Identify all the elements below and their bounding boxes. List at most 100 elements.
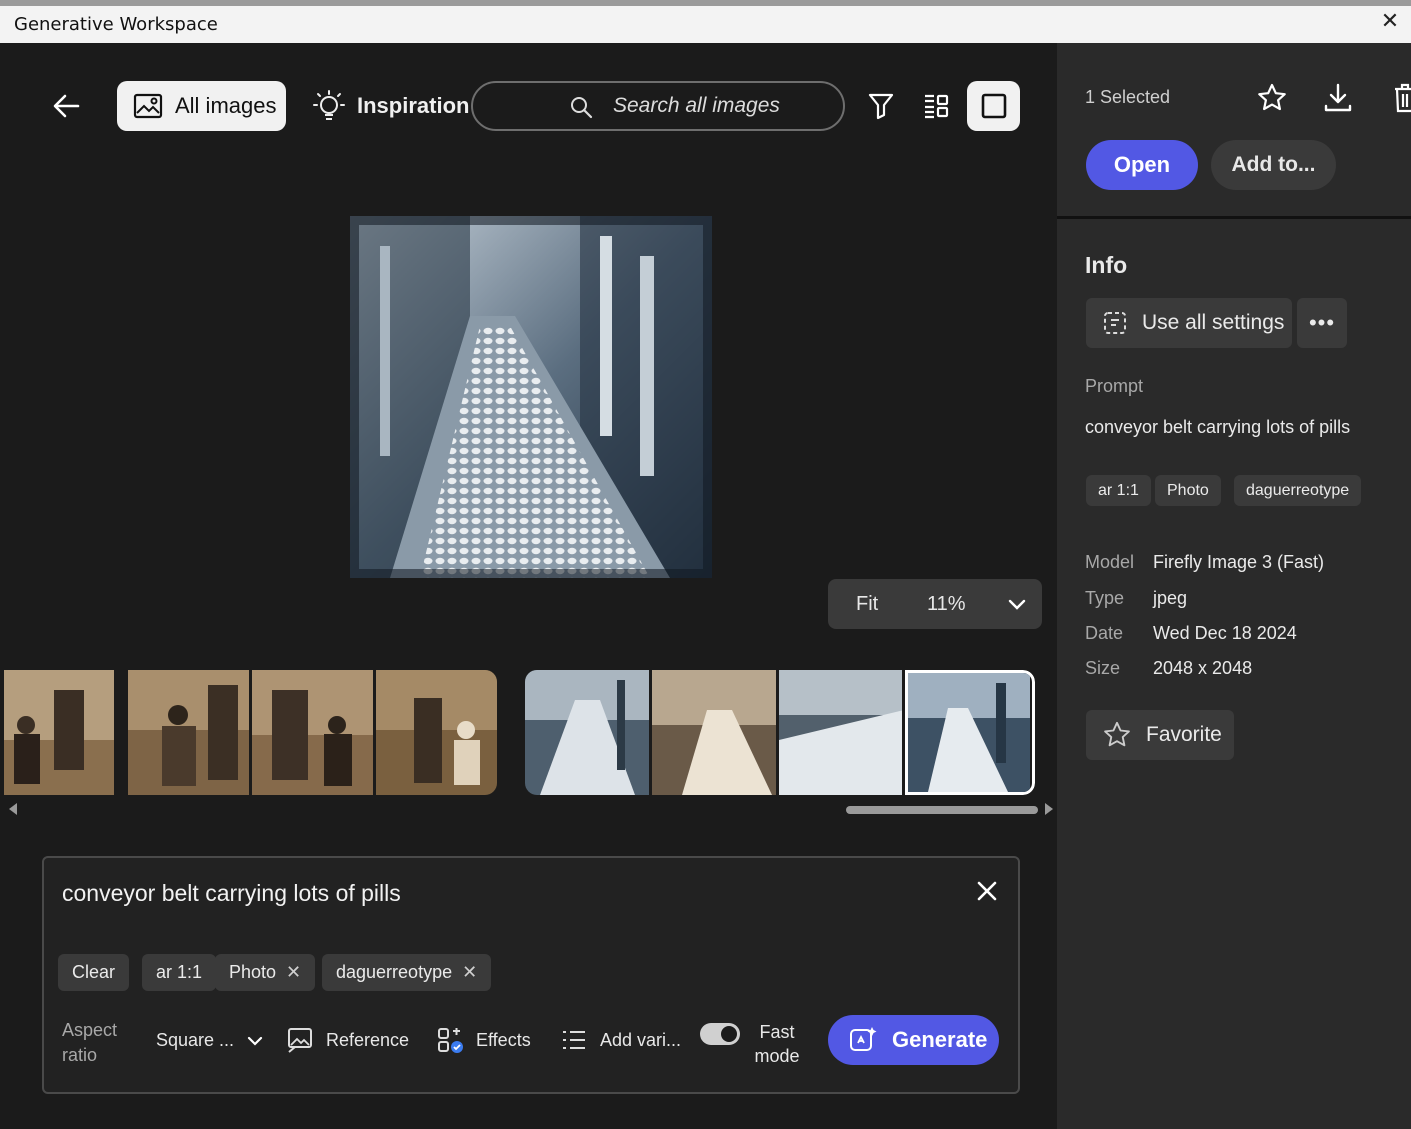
search-icon [571,97,593,119]
favorite-button[interactable]: Favorite [1086,710,1234,760]
back-button[interactable] [48,88,84,124]
model-label: Model [1085,552,1135,572]
date-value: Wed Dec 18 2024 [1153,623,1297,643]
effects-button[interactable]: Effects [436,1026,531,1054]
scroll-right-arrow-icon[interactable] [1045,803,1053,815]
chevron-down-icon[interactable] [1006,593,1028,615]
aspect-chip[interactable]: ar 1:1 [142,954,217,991]
thumbnail-strip-1 [4,670,497,795]
remove-icon[interactable]: ✕ [286,962,301,983]
fast-mode-line2: mode [754,1046,800,1066]
daguerreotype-chip[interactable]: daguerreotype ✕ [322,954,492,991]
single-view-button[interactable] [967,81,1020,131]
model-value: Firefly Image 3 (Fast) [1153,552,1325,572]
thumbnail-selected[interactable] [905,670,1035,795]
reference-label: Reference [326,1029,410,1050]
add-to-button[interactable]: Add to... [1211,140,1336,190]
clear-chip[interactable]: Clear [58,954,130,991]
fast-mode-label: Fast mode [752,1020,802,1068]
info-panel [1057,43,1411,1129]
tag: ar 1:1 [1086,475,1151,506]
conveyor-belt-image [350,216,712,578]
use-all-settings-label: Use all settings [1142,311,1285,334]
reference-button[interactable]: Reference [286,1026,409,1054]
fast-mode-toggle[interactable] [700,1023,740,1045]
aspect-ratio-label: Aspect ratio [62,1018,132,1068]
inspiration-tab[interactable]: Inspiration [313,81,469,131]
zoom-control[interactable]: Fit 11% [828,579,1042,629]
size-label: Size [1085,658,1121,678]
thumbnail[interactable] [252,670,373,795]
chevron-down-icon [247,1036,263,1046]
filter-button[interactable] [863,88,899,124]
thumbnail-strip-2 [525,670,1035,795]
tag: daguerreotype [1234,475,1362,506]
search-input[interactable]: Search all images [471,81,845,131]
thumbnail[interactable] [128,670,249,795]
chip-label: Clear [72,962,116,982]
use-all-settings-button[interactable]: Use all settings [1086,298,1292,348]
search-placeholder: Search all images [613,94,780,117]
aspect-label-line1: Aspect [62,1020,118,1040]
sepia-portrait-image [4,670,114,795]
generate-button[interactable]: Generate [828,1015,999,1065]
star-icon[interactable] [1256,82,1288,114]
reference-image-icon [288,1028,312,1053]
scroll-left-arrow-icon[interactable] [9,803,17,815]
info-heading: Info [1085,252,1128,278]
image-icon [133,93,163,119]
date-label: Date [1085,623,1124,643]
fast-mode-line1: Fast [759,1022,795,1042]
effects-icon [438,1028,463,1053]
fit-label[interactable]: Fit [856,593,878,616]
conveyor-thumbnail-image [651,670,776,795]
window-title: Generative Workspace [14,14,218,35]
main-image [350,216,712,578]
scrollbar-thumb[interactable] [846,806,1038,814]
more-options-button[interactable]: ••• [1297,298,1347,348]
prompt-input[interactable]: conveyor belt carrying lots of pills [62,880,401,907]
panel-divider [1057,216,1411,219]
arrow-left-icon [53,94,80,118]
size-value: 2048 x 2048 [1153,658,1253,678]
conveyor-thumbnail-image [908,673,1031,792]
all-images-tab[interactable]: All images [117,81,286,131]
list-icon [563,1031,585,1049]
download-icon[interactable] [1322,82,1354,114]
sepia-portrait-image [252,670,373,795]
prompt-label: Prompt [1085,376,1144,396]
thumbnail[interactable] [376,670,497,795]
prompt-value: conveyor belt carrying lots of pills [1085,417,1351,437]
add-variations-label: Add vari... [600,1029,682,1050]
close-icon[interactable] [976,880,998,902]
prompt-box: conveyor belt carrying lots of pills Cle… [42,856,1020,1094]
chip-label: ar 1:1 [156,962,203,982]
grid-view-button[interactable] [918,88,954,124]
window-titlebar: Generative Workspace ✕ [0,0,1411,43]
aspect-value: Square ... [156,1030,235,1050]
inspiration-label: Inspiration [357,93,470,118]
thumbnail-scrollbar[interactable] [4,803,1057,817]
thumbnail[interactable] [525,670,649,795]
photo-chip[interactable]: Photo ✕ [215,954,316,991]
conveyor-thumbnail-image [525,670,649,795]
window-close-button[interactable]: ✕ [1379,10,1401,32]
type-label: Type [1085,588,1125,608]
add-variations-button[interactable]: Add vari... [560,1026,681,1054]
aspect-label-line2: ratio [62,1045,98,1065]
star-outline-icon [1104,721,1130,747]
thumbnail[interactable] [4,670,125,795]
aspect-ratio-select[interactable]: Square ... [156,1030,264,1051]
thumbnail[interactable] [651,670,776,795]
chip-label: daguerreotype [336,962,453,982]
toggle-knob [721,1026,737,1042]
use-settings-icon [1104,312,1126,334]
effects-label: Effects [476,1029,531,1050]
conveyor-thumbnail-image [778,670,903,795]
trash-icon[interactable] [1389,82,1411,114]
open-button[interactable]: Open [1086,140,1198,190]
thumbnail[interactable] [778,670,903,795]
filter-icon [868,93,894,120]
generate-sparkle-icon [850,1027,877,1051]
remove-icon[interactable]: ✕ [462,962,477,983]
